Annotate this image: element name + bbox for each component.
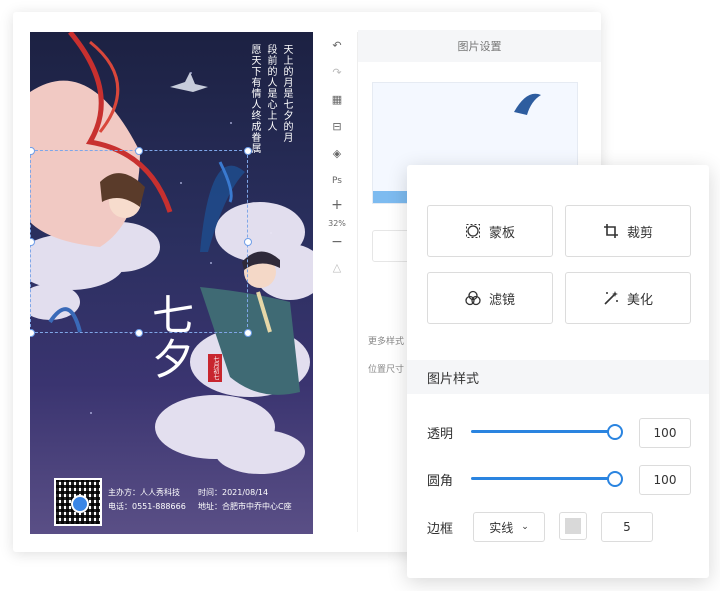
opacity-slider[interactable] — [471, 424, 623, 440]
radius-input[interactable]: 100 — [639, 465, 691, 495]
layers-icon[interactable]: ◈ — [323, 140, 351, 167]
image-tools-popup: 蒙板 裁剪 滤镜 美化 图片样式 透明 100 圆角 100 边框 实线 ⌄ 5 — [407, 165, 709, 578]
panel-button-hidden-1[interactable] — [372, 230, 410, 262]
crop-icon — [603, 224, 618, 238]
resize-handle-bm[interactable] — [135, 329, 143, 337]
border-color-swatch[interactable] — [559, 512, 587, 540]
radius-slider-knob[interactable] — [607, 471, 623, 487]
chevron-down-icon: ⌄ — [521, 522, 529, 532]
address-text: 地址：合肥市中乔中心C座 — [198, 502, 292, 511]
zoom-out-icon[interactable]: − — [323, 230, 351, 254]
zoom-level: 32% — [328, 218, 346, 228]
redo-icon[interactable]: ↷ — [323, 59, 351, 86]
beautify-icon — [604, 291, 618, 305]
poem-line-2: 段前的人是心上人 — [265, 44, 276, 132]
crop-button[interactable]: 裁剪 — [565, 205, 691, 257]
opacity-slider-knob[interactable] — [607, 424, 623, 440]
resize-handle-br[interactable] — [244, 329, 252, 337]
grid-icon[interactable]: ▦ — [323, 86, 351, 113]
radius-label: 圆角 — [427, 474, 454, 489]
warning-icon[interactable]: △ — [323, 254, 351, 281]
border-color-fill — [565, 518, 581, 534]
qr-code — [54, 478, 102, 526]
panel-button-hidden-2[interactable] — [372, 274, 408, 304]
beautify-label: 美化 — [626, 292, 653, 308]
border-style-select[interactable]: 实线 ⌄ — [473, 512, 545, 542]
photoshop-icon[interactable]: Ps — [323, 167, 351, 194]
seal-stamp: 七月初七 — [208, 354, 222, 382]
mask-button[interactable]: 蒙板 — [427, 205, 553, 257]
more-styles-label: 更多样式 — [368, 337, 405, 347]
filter-label: 滤镜 — [488, 292, 515, 308]
zoom-in-icon[interactable]: + — [323, 194, 351, 216]
poster-canvas[interactable]: 天上的月是七夕的月 段前的人是心上人 愿天下有情人终成眷属 七夕 七月初七 主办… — [30, 32, 313, 534]
poster-big-title: 七夕 — [151, 291, 194, 384]
poem-line-3: 愿天下有情人终成眷属 — [249, 44, 260, 154]
panel-title: 图片设置 — [358, 30, 601, 62]
image-style-header: 图片样式 — [407, 360, 709, 394]
mask-label: 蒙板 — [488, 225, 515, 241]
qr-logo-icon — [71, 495, 89, 513]
resize-handle-mr[interactable] — [244, 238, 252, 246]
mask-icon — [465, 224, 480, 238]
position-size-label: 位置尺寸 — [368, 365, 405, 375]
filter-button[interactable]: 滤镜 — [427, 272, 553, 324]
filter-icon — [465, 290, 481, 306]
organizer-text: 主办方：人人秀科技 — [108, 488, 180, 497]
radius-slider[interactable] — [471, 471, 623, 487]
opacity-label: 透明 — [427, 427, 454, 442]
beautify-button[interactable]: 美化 — [565, 272, 691, 324]
poem-line-1: 天上的月是七夕的月 — [281, 44, 292, 143]
align-icon[interactable]: ⊟ — [323, 113, 351, 140]
phone-text: 电话：0551-888666 — [108, 502, 186, 511]
border-label: 边框 — [427, 522, 454, 537]
preview-progress-bar — [373, 191, 411, 203]
opacity-input[interactable]: 100 — [639, 418, 691, 448]
resize-handle-tm[interactable] — [135, 147, 143, 155]
vertical-toolbar: ↶ ↷ ▦ ⊟ ◈ Ps + 32% − △ — [323, 32, 351, 281]
border-style-value: 实线 — [489, 520, 514, 535]
time-text: 时间：2021/08/14 — [198, 488, 269, 497]
bird-thumbnail-icon — [514, 93, 541, 115]
crop-label: 裁剪 — [626, 225, 653, 241]
undo-icon[interactable]: ↶ — [323, 32, 351, 59]
border-width-input[interactable]: 5 — [601, 512, 653, 542]
